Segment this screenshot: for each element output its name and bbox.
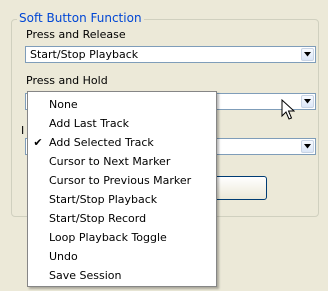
menu-item[interactable]: Loop Playback Toggle [28, 228, 216, 247]
menu-item-label: None [49, 98, 78, 111]
menu-item[interactable]: ✔ Add Selected Track [28, 133, 216, 152]
press-hold-label: Press and Hold [26, 74, 108, 87]
menu-item[interactable]: Save Session [28, 266, 216, 285]
press-hold-dropdown-button[interactable] [301, 95, 314, 108]
menu-item[interactable]: Undo [28, 247, 216, 266]
chevron-down-icon [304, 144, 311, 149]
checkmark-icon: ✔ [33, 136, 43, 149]
press-release-select[interactable]: Start/Stop Playback [25, 46, 316, 63]
menu-item[interactable]: Cursor to Next Marker [28, 152, 216, 171]
group-title: Soft Button Function [17, 11, 144, 26]
menu-item[interactable]: Start/Stop Record [28, 209, 216, 228]
third-setting-dropdown-button[interactable] [301, 140, 314, 153]
menu-item-label: Add Selected Track [49, 136, 154, 149]
menu-item-label: Start/Stop Record [49, 212, 147, 225]
menu-item-label: Add Last Track [49, 117, 129, 130]
chevron-down-icon [304, 99, 311, 104]
press-release-value: Start/Stop Playback [30, 48, 139, 61]
menu-item[interactable]: None [28, 95, 216, 114]
press-hold-dropdown-menu: None Add Last Track ✔ Add Selected Track Cur… [27, 91, 217, 287]
menu-item[interactable]: Start/Stop Playback [28, 190, 216, 209]
third-setting-label: I [21, 124, 25, 137]
press-release-label: Press and Release [26, 28, 126, 41]
mouse-pointer-icon [281, 99, 295, 120]
menu-item-label: Cursor to Next Marker [49, 155, 171, 168]
chevron-down-icon [304, 52, 311, 57]
menu-item-label: Undo [49, 250, 78, 263]
menu-item[interactable]: Add Last Track [28, 114, 216, 133]
menu-item-label: Loop Playback Toggle [49, 231, 167, 244]
press-release-dropdown-button[interactable] [301, 48, 314, 61]
menu-item-label: Cursor to Previous Marker [49, 174, 192, 187]
menu-item-label: Start/Stop Playback [49, 193, 158, 206]
menu-item[interactable]: Cursor to Previous Marker [28, 171, 216, 190]
menu-item-label: Save Session [49, 269, 122, 282]
